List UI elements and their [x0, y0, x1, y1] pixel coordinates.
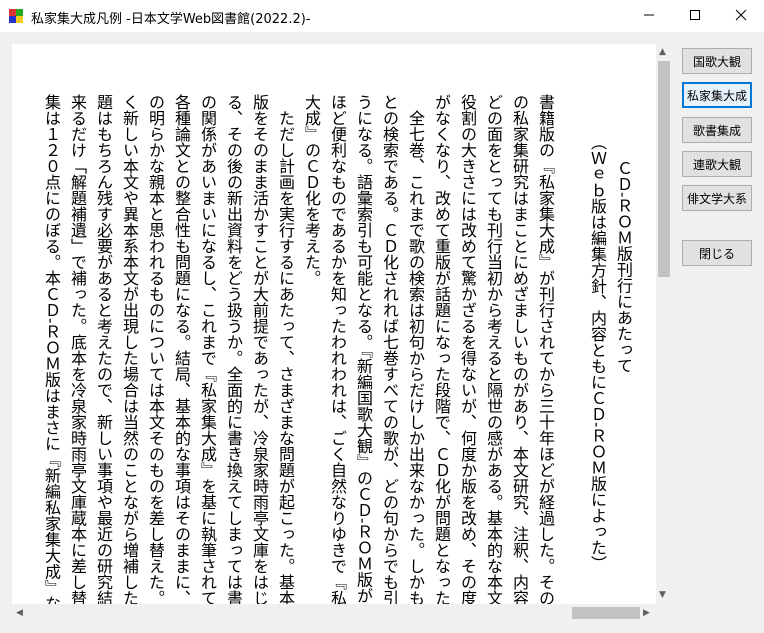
text-line: の明らかな親本と思われるものについては本文そのものを差し替えた。まった	[146, 94, 165, 604]
document-viewer: ＣＤ-ＲＯＭ版刊行にあたって （Ｗｅｂ版は編集方針、内容ともにＣＤ-ＲＯＭ版によ…	[12, 44, 672, 622]
text-line: の私家集研究はまことにめざましいものがあり、本文研究、注釈、内容研究、	[510, 94, 529, 604]
horizontal-scrollbar[interactable]: ◀ ▶	[12, 604, 656, 622]
text-line: 集は１２０点にのぼる。本ＣＤ-ＲＯＭ版はまさに『新編私家集大成』なので	[42, 94, 61, 604]
document-heading: ＣＤ-ＲＯＭ版刊行にあたって	[614, 160, 633, 374]
scroll-down-icon[interactable]: ▼	[659, 590, 666, 600]
app-icon	[9, 9, 23, 23]
text-line: ただし計画を実行するにあたって、さまざまな問題が起こった。基本は書籍	[276, 110, 295, 604]
kasho-shusei-button[interactable]: 歌書集成	[682, 117, 752, 143]
text-line: ほど便利なものであるかを知ったわれわれは、ごく自然なりゆきで『私家集	[328, 94, 347, 604]
title-bar: 私家集大成凡例 -日本文学Web図書館(2022.2)-	[0, 0, 764, 32]
text-line: うになる。語彙索引も可能となる。『新編国歌大観』のＣＤ-ＲＯＭ版がどれ	[354, 94, 373, 604]
renga-taikan-button[interactable]: 連歌大観	[682, 151, 752, 177]
minimize-icon	[644, 14, 654, 16]
window-title: 私家集大成凡例 -日本文学Web図書館(2022.2)-	[31, 12, 311, 27]
close-window-button[interactable]	[718, 0, 764, 30]
horizontal-scroll-thumb[interactable]	[572, 607, 640, 619]
text-line: 大成』のＣＤ化を考えた。	[302, 94, 321, 286]
text-line: 版をそのまま活かすことが大前提であったが、冷泉家時雨亭文庫をはじめとす	[250, 94, 269, 604]
text-line: 題はもちろん残す必要があると考えたので、新しい事項や最近の研究結果は出	[94, 94, 113, 604]
close-icon	[735, 9, 747, 21]
text-line: 来るだけ「解題補遺」で補った。底本を冷泉家時雨亭文庫蔵本に差し替えた家	[68, 94, 87, 604]
document-subheading: （Ｗｅｂ版は編集方針、内容ともにＣＤ-ＲＯＭ版によった）	[588, 134, 607, 572]
text-line: 書籍版の『私家集大成』が刊行されてから三十年ほどが経過した。その間	[536, 94, 555, 604]
haibungaku-taikei-button[interactable]: 俳文学大系	[682, 185, 752, 211]
text-line: がなくなり、改めて重版が話題になった段階で、ＣＤ化が問題となった。	[432, 94, 451, 604]
kokka-taikan-button[interactable]: 国歌大観	[682, 48, 752, 74]
shikashu-taisei-button[interactable]: 私家集大成	[682, 82, 752, 108]
text-line: の関係があいまいになるし、これまで『私家集大成』を基に執筆されてきた	[198, 94, 217, 604]
text-line: る、その後の新出資料をどう扱うか。全面的に書き換えてしまっては書籍版と	[224, 94, 243, 604]
text-line: との検索である。ＣＤ化されれば七巻すべての歌が、どの句からでも引けるよ	[380, 94, 399, 604]
vertical-text: ＣＤ-ＲＯＭ版刊行にあたって （Ｗｅｂ版は編集方針、内容ともにＣＤ-ＲＯＭ版によ…	[38, 84, 636, 604]
scroll-left-icon[interactable]: ◀	[16, 608, 23, 618]
scroll-right-icon[interactable]: ▶	[643, 608, 650, 618]
text-line: く新しい本文や異本系本文が出現した場合は当然のことながら増補した。旧解	[120, 94, 139, 604]
maximize-icon	[690, 10, 700, 20]
scroll-corner	[656, 604, 672, 622]
vertical-scroll-thumb[interactable]	[658, 61, 670, 277]
text-line: 役割の大きさには改めて驚かざるを得ないが、何度か版を改め、その度に在庫	[458, 94, 477, 604]
scroll-up-icon[interactable]: ▲	[659, 47, 666, 57]
vertical-scrollbar[interactable]: ▲ ▼	[656, 44, 672, 604]
text-line: 各種論文との整合性も問題になる。結局、基本的な事項はそのままに、旧底本	[172, 94, 191, 604]
minimize-button[interactable]	[626, 0, 672, 30]
text-area: ＣＤ-ＲＯＭ版刊行にあたって （Ｗｅｂ版は編集方針、内容ともにＣＤ-ＲＯＭ版によ…	[12, 44, 656, 604]
text-line: どの面をとっても刊行当初から考えると隔世の感がある。基本的な本文提供の	[484, 94, 503, 604]
text-line: 全七巻、これまで歌の検索は初句からだけしか出来なかった。しかも各巻ご	[406, 110, 425, 604]
maximize-button[interactable]	[672, 0, 718, 30]
close-button[interactable]: 閉じる	[682, 240, 752, 266]
